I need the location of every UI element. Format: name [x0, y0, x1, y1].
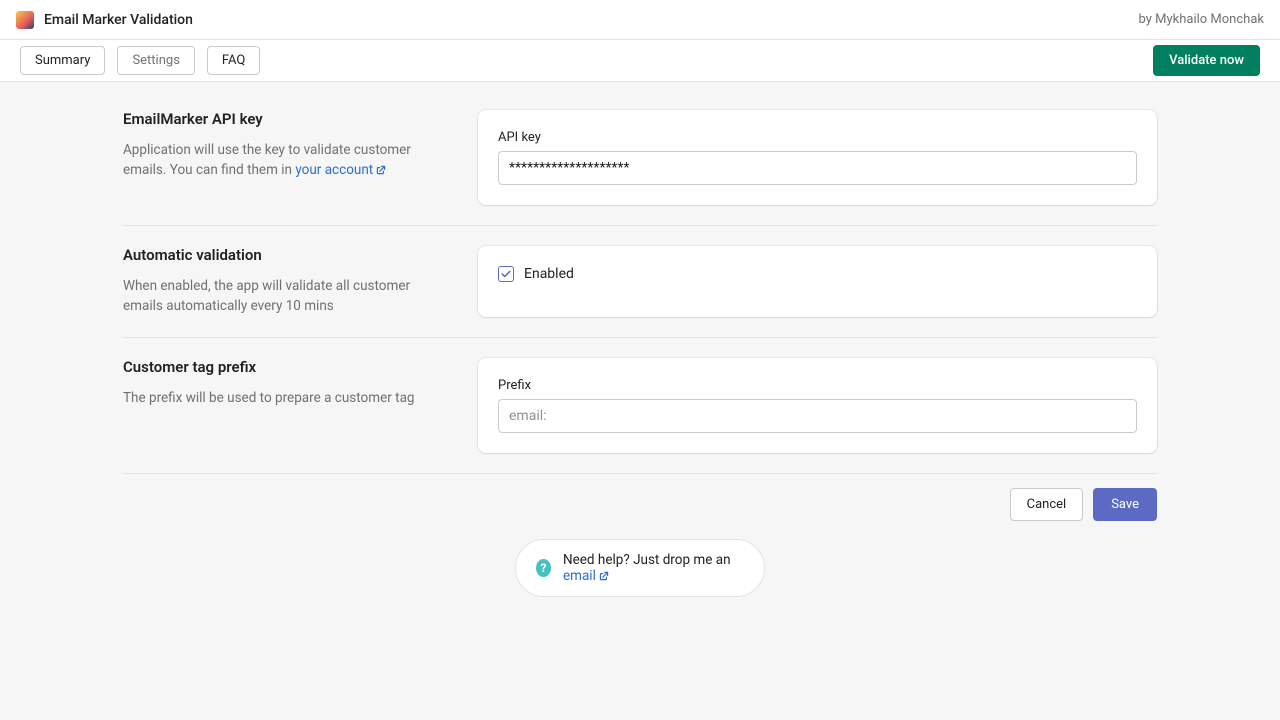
prefix-input[interactable]	[498, 399, 1137, 433]
validate-now-button[interactable]: Validate now	[1153, 45, 1260, 76]
nav-bar: Summary Settings FAQ Validate now	[0, 40, 1280, 82]
tab-summary[interactable]: Summary	[20, 46, 105, 75]
check-icon	[501, 269, 511, 279]
help-icon: ?	[536, 559, 551, 577]
external-link-icon	[598, 570, 610, 582]
api-key-input[interactable]	[498, 151, 1137, 185]
app-title: Email Marker Validation	[44, 12, 193, 28]
section-auto-validation: Automatic validation When enabled, the a…	[123, 226, 1157, 338]
api-key-desc: Application will use the key to validate…	[123, 140, 433, 181]
section-prefix: Customer tag prefix The prefix will be u…	[123, 338, 1157, 474]
cancel-button[interactable]: Cancel	[1010, 488, 1084, 521]
top-bar: Email Marker Validation by Mykhailo Monc…	[0, 0, 1280, 40]
prefix-desc: The prefix will be used to prepare a cus…	[123, 388, 433, 408]
api-key-label: API key	[498, 130, 1137, 145]
help-callout: ? Need help? Just drop me an email	[515, 539, 765, 597]
app-icon	[16, 11, 34, 29]
auto-desc: When enabled, the app will validate all …	[123, 276, 433, 317]
enabled-checkbox[interactable]	[498, 266, 514, 282]
api-key-title: EmailMarker API key	[123, 110, 458, 128]
prefix-title: Customer tag prefix	[123, 358, 458, 376]
help-email-link[interactable]: email	[563, 568, 610, 584]
byline: by Mykhailo Monchak	[1139, 12, 1264, 27]
prefix-label: Prefix	[498, 378, 1137, 393]
external-link-icon	[375, 164, 387, 176]
section-api-key: EmailMarker API key Application will use…	[123, 90, 1157, 226]
tab-faq[interactable]: FAQ	[207, 46, 260, 75]
save-button[interactable]: Save	[1093, 488, 1157, 521]
enabled-label: Enabled	[524, 266, 574, 282]
tab-settings[interactable]: Settings	[117, 46, 194, 75]
form-actions: Cancel Save	[123, 474, 1157, 521]
auto-title: Automatic validation	[123, 246, 458, 264]
your-account-link[interactable]: your account	[295, 162, 387, 178]
